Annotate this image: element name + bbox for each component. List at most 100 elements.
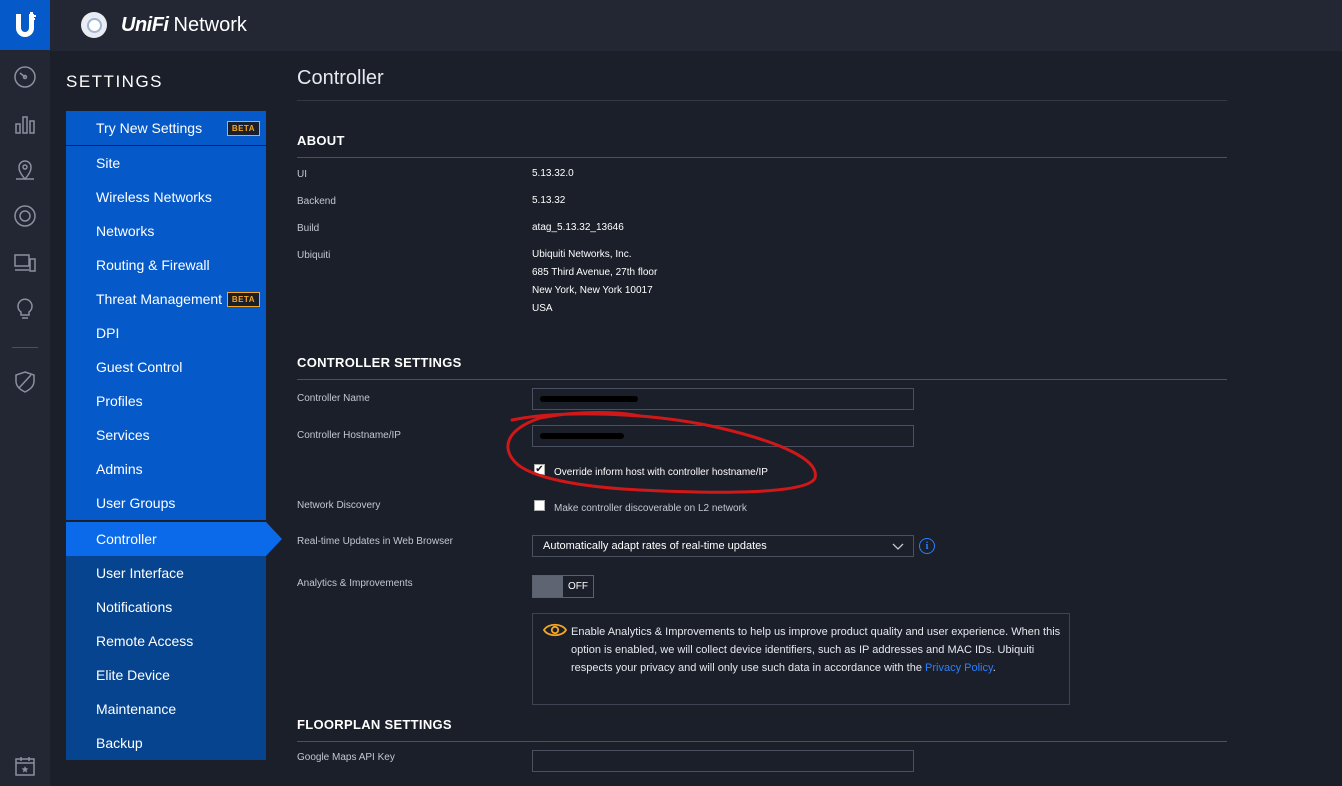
realtime-updates-value: Automatically adapt rates of real-time u…: [543, 540, 767, 552]
menu-item-label: Site: [96, 155, 121, 171]
l2-discovery-label: Make controller discoverable on L2 netwo…: [554, 503, 747, 514]
app-title: UniFi Network: [121, 14, 247, 37]
build-label: Build: [297, 223, 320, 234]
chevron-down-icon: [892, 540, 904, 555]
menu-item-guest-control[interactable]: Guest Control: [66, 350, 266, 384]
company-address: Ubiquiti Networks, Inc. 685 Third Avenue…: [532, 246, 657, 318]
menu-item-label: Notifications: [96, 599, 173, 615]
analytics-notice-text: Enable Analytics & Improvements to help …: [571, 623, 1063, 677]
menu-item-controller[interactable]: Controller: [66, 522, 282, 556]
top-bar: UniFi Network: [50, 0, 1342, 51]
beta-badge: BETA: [226, 121, 260, 136]
floorplan-divider: [297, 741, 1227, 742]
floorplan-heading: FLOORPLAN SETTINGS: [297, 717, 452, 732]
icon-rail: [0, 0, 50, 786]
page-title: Controller: [297, 67, 384, 89]
menu-item-label: Maintenance: [96, 701, 177, 717]
calendar-star-icon[interactable]: [13, 754, 37, 778]
menu-item-dpi[interactable]: DPI: [66, 316, 266, 350]
toggle-knob: [533, 576, 563, 597]
app-brand: UniFi: [121, 14, 169, 36]
ubiquiti-label: Ubiquiti: [297, 250, 331, 261]
menu-item-elite-device[interactable]: Elite Device: [66, 658, 266, 692]
shield-icon[interactable]: [13, 370, 37, 394]
menu-item-services[interactable]: Services: [66, 418, 266, 452]
menu-item-label: Controller: [96, 531, 157, 547]
realtime-updates-label: Real-time Updates in Web Browser: [297, 536, 453, 547]
controller-settings-heading: CONTROLLER SETTINGS: [297, 355, 462, 370]
insights-icon[interactable]: [13, 296, 37, 320]
clients-icon[interactable]: [13, 251, 37, 275]
menu-item-site[interactable]: Site: [66, 146, 266, 180]
menu-item-admins[interactable]: Admins: [66, 452, 266, 486]
address-line: Ubiquiti Networks, Inc.: [532, 249, 632, 260]
menu-item-threat-management[interactable]: Threat Management BETA: [66, 282, 266, 316]
controller-settings-divider: [297, 379, 1227, 380]
privacy-policy-link[interactable]: Privacy Policy: [925, 662, 993, 674]
menu-item-label: Networks: [96, 223, 155, 239]
info-icon[interactable]: i: [919, 538, 935, 554]
override-inform-label: Override inform host with controller hos…: [554, 467, 768, 478]
redaction-mark: [540, 433, 624, 439]
rail-divider: [12, 347, 38, 348]
about-divider: [297, 157, 1227, 158]
app-product: Network: [173, 14, 247, 36]
controller-name-label: Controller Name: [297, 393, 370, 404]
menu-item-networks[interactable]: Networks: [66, 214, 266, 248]
menu-item-label: Admins: [96, 461, 143, 477]
about-heading: ABOUT: [297, 133, 345, 148]
backend-version-label: Backend: [297, 196, 336, 207]
google-maps-key-label: Google Maps API Key: [297, 752, 395, 763]
menu-item-label: User Interface: [96, 565, 184, 581]
address-line: USA: [532, 303, 553, 314]
ubiquiti-logo-icon[interactable]: [0, 0, 50, 50]
unifi-logo-icon: [81, 12, 107, 38]
menu-item-label: Wireless Networks: [96, 189, 212, 205]
analytics-toggle[interactable]: OFF: [532, 575, 594, 598]
network-discovery-label: Network Discovery: [297, 500, 381, 511]
menu-item-notifications[interactable]: Notifications: [66, 590, 266, 624]
menu-item-label: Elite Device: [96, 667, 170, 683]
toggle-state: OFF: [568, 581, 588, 592]
dashboard-icon[interactable]: [13, 65, 37, 89]
title-divider: [297, 100, 1227, 101]
statistics-icon[interactable]: [13, 112, 37, 136]
backend-version-value: 5.13.32: [532, 195, 566, 206]
menu-item-label: User Groups: [96, 495, 176, 511]
google-maps-key-input[interactable]: [532, 750, 914, 772]
eye-icon: [542, 622, 568, 643]
menu-item-label: DPI: [96, 325, 120, 341]
address-line: New York, New York 10017: [532, 285, 653, 296]
analytics-label: Analytics & Improvements: [297, 578, 413, 589]
menu-item-wireless-networks[interactable]: Wireless Networks: [66, 180, 266, 214]
analytics-notice: Enable Analytics & Improvements to help …: [532, 613, 1070, 705]
menu-item-label: Backup: [96, 735, 143, 751]
controller-hostname-label: Controller Hostname/IP: [297, 430, 401, 441]
menu-item-label: Threat Management: [96, 291, 223, 307]
menu-item-routing-firewall[interactable]: Routing & Firewall: [66, 248, 266, 282]
menu-item-user-interface[interactable]: User Interface: [66, 556, 266, 590]
menu-item-label: Routing & Firewall: [96, 257, 210, 273]
devices-icon[interactable]: [13, 204, 37, 228]
menu-item-label: Remote Access: [96, 633, 194, 649]
menu-item-label: Try New Settings: [96, 120, 203, 136]
menu-item-remote-access[interactable]: Remote Access: [66, 624, 266, 658]
realtime-updates-select[interactable]: Automatically adapt rates of real-time u…: [532, 535, 914, 557]
menu-item-label: Profiles: [96, 393, 143, 409]
menu-item-backup[interactable]: Backup: [66, 726, 266, 760]
build-value: atag_5.13.32_13646: [532, 222, 624, 233]
menu-item-user-groups[interactable]: User Groups: [66, 486, 266, 520]
l2-discovery-checkbox[interactable]: [534, 500, 545, 511]
menu-item-profiles[interactable]: Profiles: [66, 384, 266, 418]
ui-version-value: 5.13.32.0: [532, 168, 574, 179]
menu-item-maintenance[interactable]: Maintenance: [66, 692, 266, 726]
address-line: 685 Third Avenue, 27th floor: [532, 267, 658, 278]
settings-heading: SETTINGS: [66, 72, 164, 91]
menu-item-try-new-settings[interactable]: Try New Settings BETA: [66, 111, 266, 145]
map-icon[interactable]: [13, 158, 37, 182]
ui-version-label: UI: [297, 169, 307, 180]
menu-item-label: Services: [96, 427, 150, 443]
menu-item-label: Guest Control: [96, 359, 183, 375]
redaction-mark: [540, 396, 638, 402]
override-inform-checkbox[interactable]: ✔: [534, 464, 545, 475]
